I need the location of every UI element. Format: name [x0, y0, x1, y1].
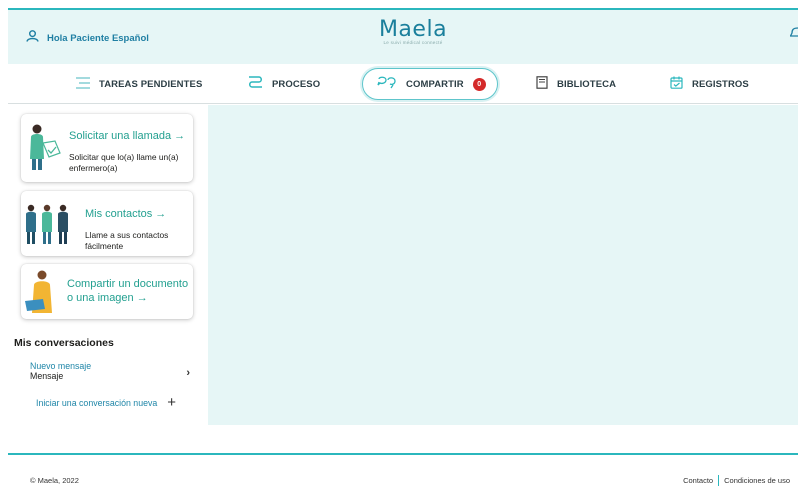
tab-label: TAREAS PENDIENTES: [99, 78, 203, 90]
conversation-item[interactable]: Nuevo mensaje Mensaje ›: [30, 361, 190, 381]
book-icon: [536, 76, 548, 92]
main-tabs: TAREAS PENDIENTES PROCESO COMPARTIR 0 BI…: [8, 64, 798, 104]
tab-tareas-pendientes[interactable]: TAREAS PENDIENTES: [76, 68, 202, 100]
conversations-heading: Mis conversaciones: [14, 337, 114, 349]
footer-links: Contacto Condiciones de uso: [683, 475, 790, 486]
chevron-right-icon: ›: [186, 367, 190, 379]
new-conversation-button[interactable]: Iniciar una conversación nueva +: [36, 394, 186, 411]
tab-label: COMPARTIR: [406, 78, 464, 90]
share-sidebar: Solicitar una llamada → Solicitar que lo…: [8, 105, 208, 425]
contacts-illustration-icon: [25, 202, 69, 251]
tab-label: REGISTROS: [692, 78, 749, 90]
nurse-illustration-icon: [25, 123, 61, 176]
tab-label: BIBLIOTECA: [557, 78, 617, 90]
bell-icon[interactable]: [789, 26, 798, 45]
tab-proceso[interactable]: PROCESO: [248, 68, 320, 100]
card-title: Compartir un documento o una imagen →: [67, 278, 189, 304]
my-contacts-card[interactable]: Mis contactos → Llame a sus contactos fá…: [21, 191, 193, 256]
tab-label: PROCESO: [272, 78, 321, 90]
app-header: Hola Paciente Español Maela Le suivi méd…: [8, 8, 798, 64]
logo-tagline: Le suivi médical connecté: [383, 40, 443, 45]
contact-link[interactable]: Contacto: [683, 476, 713, 485]
path-icon: [248, 76, 263, 92]
share-document-card[interactable]: Compartir un documento o una imagen →: [21, 264, 193, 319]
terms-link[interactable]: Condiciones de uso: [724, 476, 790, 485]
app-footer: © Maela, 2022 Contacto Condiciones de us…: [8, 453, 798, 491]
card-subtitle: Llame a sus contactos fácilmente: [85, 230, 169, 251]
conversation-panel: [208, 105, 798, 425]
chat-icon: [377, 76, 397, 93]
copyright: © Maela, 2022: [30, 476, 79, 485]
conversation-title: Nuevo mensaje: [30, 361, 92, 371]
tab-biblioteca[interactable]: BIBLIOTECA: [536, 68, 616, 100]
link-divider: [718, 475, 720, 486]
person-laptop-illustration-icon: [25, 269, 59, 320]
maela-logo[interactable]: Maela Le suivi médical connecté: [373, 17, 453, 46]
user-greeting: Hola Paciente Español: [47, 32, 149, 44]
list-icon: [76, 76, 90, 92]
tab-compartir[interactable]: COMPARTIR 0: [362, 68, 498, 100]
notification-badge: 0: [472, 77, 486, 91]
tab-registros[interactable]: REGISTROS: [670, 68, 749, 100]
card-title: Solicitar una llamada →: [69, 130, 186, 142]
conversation-subtitle: Mensaje: [30, 371, 64, 381]
plus-icon: +: [167, 394, 177, 411]
request-call-card[interactable]: Solicitar una llamada → Solicitar que lo…: [21, 114, 193, 182]
user-icon: [26, 29, 39, 47]
logo-text: Maela: [378, 17, 448, 42]
card-title: Mis contactos →: [85, 208, 167, 220]
calendar-check-icon: [670, 76, 683, 92]
new-conversation-label: Iniciar una conversación nueva: [36, 398, 158, 408]
user-menu[interactable]: Hola Paciente Español: [26, 29, 149, 47]
card-subtitle: Solicitar que lo(a) llame un(a) enfermer…: [69, 152, 179, 173]
